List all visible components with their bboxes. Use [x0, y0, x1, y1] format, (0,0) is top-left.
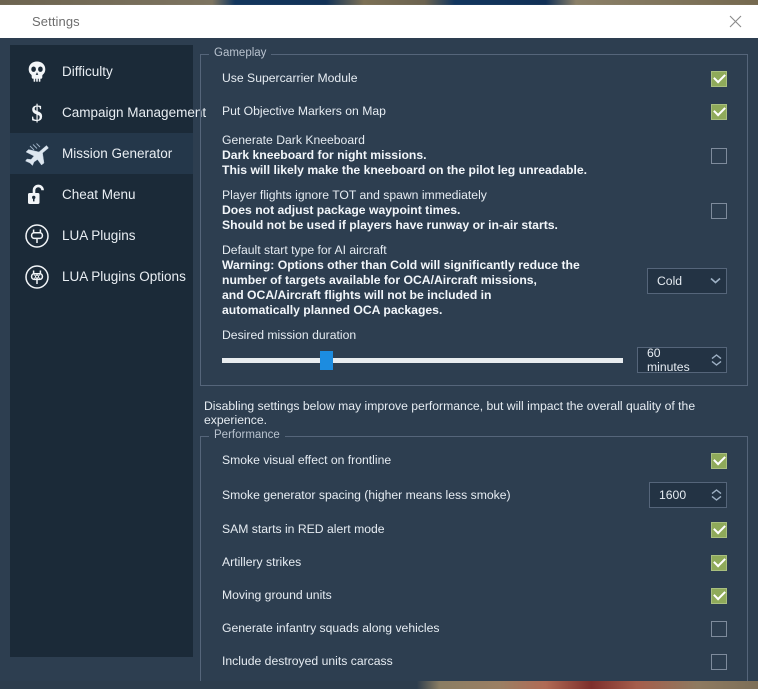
slider-handle[interactable] [320, 351, 334, 370]
sidebar-item-label: Cheat Menu [62, 187, 136, 202]
spinbox-stepper[interactable] [706, 483, 726, 507]
setting-label: Put Objective Markers on Map [222, 104, 386, 118]
sidebar-item-label: Difficulty [62, 64, 113, 79]
setting-label: Generate Dark Kneeboard Dark kneeboard f… [222, 133, 711, 178]
sidebar-item-label: LUA Plugins Options [62, 269, 186, 284]
setting-label: Use Supercarrier Module [222, 71, 358, 85]
gameplay-group: Gameplay Use Supercarrier Module Put Obj… [200, 47, 748, 386]
ignore-tot-checkbox[interactable] [711, 202, 727, 219]
dark-kneeboard-checkbox[interactable] [711, 147, 727, 164]
sidebar-item-cheat-menu[interactable]: Cheat Menu [10, 174, 193, 215]
smoke-visual-checkbox[interactable] [711, 452, 727, 469]
desktop-background-bottom [0, 681, 758, 689]
setting-label-main: Default start type for AI aircraft [222, 243, 387, 257]
setting-warning-line: Should not be used if players have runwa… [222, 218, 558, 232]
sam-red-alert-checkbox[interactable] [711, 521, 727, 538]
jet-icon [20, 137, 54, 171]
setting-warning-line: automatically planned OCA packages. [222, 303, 443, 317]
setting-row-default-start-type: Default start type for AI aircraft Warni… [222, 243, 735, 318]
artillery-strikes-checkbox[interactable] [711, 554, 727, 571]
setting-row-smoke-spacing: Smoke generator spacing (higher means le… [222, 482, 735, 508]
sidebar-item-difficulty[interactable]: Difficulty [10, 51, 193, 92]
objective-markers-checkbox[interactable] [711, 103, 727, 120]
setting-row-mission-duration: Desired mission duration 60 minutes [222, 328, 735, 374]
plug-icon [20, 219, 54, 253]
destroyed-carcass-checkbox[interactable] [711, 653, 727, 670]
unlocked-padlock-icon [20, 178, 54, 212]
sidebar-item-label: LUA Plugins [62, 228, 136, 243]
setting-label: Smoke generator spacing (higher means le… [222, 487, 511, 502]
window-titlebar: Settings [0, 5, 758, 38]
setting-row-destroyed-carcass: Include destroyed units carcass [222, 650, 735, 673]
performance-group: Performance Smoke visual effect on front… [200, 429, 748, 689]
setting-row-sam-red-alert: SAM starts in RED alert mode [222, 518, 735, 541]
setting-row-objective-markers: Put Objective Markers on Map [222, 100, 735, 123]
chevron-down-icon [704, 277, 726, 284]
setting-label-main: Generate Dark Kneeboard [222, 133, 365, 147]
window-title: Settings [32, 14, 80, 29]
spinbox-value[interactable]: 1600 [650, 488, 706, 502]
skull-icon [20, 55, 54, 89]
setting-warning-line: number of targets available for OCA/Airc… [222, 273, 537, 287]
window-body: Difficulty $ Campaign Management Mission… [0, 38, 758, 689]
setting-label: SAM starts in RED alert mode [222, 522, 385, 536]
mission-duration-spinbox[interactable]: 60 minutes [637, 346, 727, 374]
dropdown-value: Cold [657, 273, 683, 288]
sidebar-item-label: Mission Generator [62, 146, 173, 161]
setting-label: Default start type for AI aircraft Warni… [222, 243, 647, 318]
setting-label: Generate infantry squads along vehicles [222, 621, 440, 635]
spinbox-stepper[interactable] [706, 348, 726, 372]
setting-warning-line: and OCA/Aircraft flights will not be inc… [222, 288, 492, 302]
setting-row-artillery-strikes: Artillery strikes [222, 551, 735, 574]
settings-pane: Gameplay Use Supercarrier Module Put Obj… [200, 45, 748, 689]
sidebar-item-lua-plugins[interactable]: LUA Plugins [10, 215, 193, 256]
setting-row-moving-ground-units: Moving ground units [222, 584, 735, 607]
setting-label: Include destroyed units carcass [222, 654, 393, 668]
setting-warning-line: This will likely make the kneeboard on t… [222, 163, 588, 177]
setting-row-dark-kneeboard: Generate Dark Kneeboard Dark kneeboard f… [222, 133, 735, 178]
setting-row-supercarrier: Use Supercarrier Module [222, 67, 735, 90]
setting-label-main: Player flights ignore TOT and spawn imme… [222, 188, 487, 202]
sidebar: Difficulty $ Campaign Management Mission… [10, 45, 206, 657]
performance-group-title: Performance [209, 429, 285, 441]
setting-warning-line: Does not adjust package waypoint times. [222, 203, 461, 217]
sidebar-item-lua-plugins-options[interactable]: LUA Plugins Options [10, 256, 193, 297]
setting-label: Player flights ignore TOT and spawn imme… [222, 188, 711, 233]
sidebar-item-mission-generator[interactable]: Mission Generator [10, 133, 193, 174]
default-start-type-dropdown[interactable]: Cold [647, 267, 727, 294]
setting-row-ignore-tot: Player flights ignore TOT and spawn imme… [222, 188, 735, 233]
settings-window: Settings Difficulty $ Campaign Managemen… [0, 5, 758, 689]
setting-warning-line: Dark kneeboard for night missions. [222, 148, 427, 162]
setting-label: Moving ground units [222, 588, 332, 602]
moving-ground-units-checkbox[interactable] [711, 587, 727, 604]
spinbox-value[interactable]: 60 minutes [638, 346, 706, 374]
sidebar-item-label: Campaign Management [62, 105, 207, 120]
mission-duration-slider[interactable] [222, 350, 623, 370]
dollar-icon: $ [20, 96, 54, 130]
infantry-squads-checkbox[interactable] [711, 620, 727, 637]
supercarrier-checkbox[interactable] [711, 70, 727, 87]
smoke-spacing-spinbox[interactable]: 1600 [649, 482, 727, 508]
setting-row-infantry-squads: Generate infantry squads along vehicles [222, 617, 735, 640]
sidebar-item-campaign-management[interactable]: $ Campaign Management [10, 92, 206, 133]
setting-row-smoke-visual: Smoke visual effect on frontline [222, 449, 735, 472]
setting-label: Desired mission duration [222, 328, 357, 342]
close-icon[interactable] [712, 5, 758, 38]
screen: Settings Difficulty $ Campaign Managemen… [0, 0, 758, 689]
setting-warning-line: Warning: Options other than Cold will si… [222, 258, 580, 272]
gameplay-group-title: Gameplay [209, 47, 272, 59]
svg-text:$: $ [31, 101, 43, 126]
plug-gear-icon [20, 260, 54, 294]
slider-track [222, 358, 623, 363]
setting-label: Smoke visual effect on frontline [222, 453, 392, 467]
performance-note: Disabling settings below may improve per… [204, 399, 696, 427]
setting-label: Artillery strikes [222, 555, 302, 569]
